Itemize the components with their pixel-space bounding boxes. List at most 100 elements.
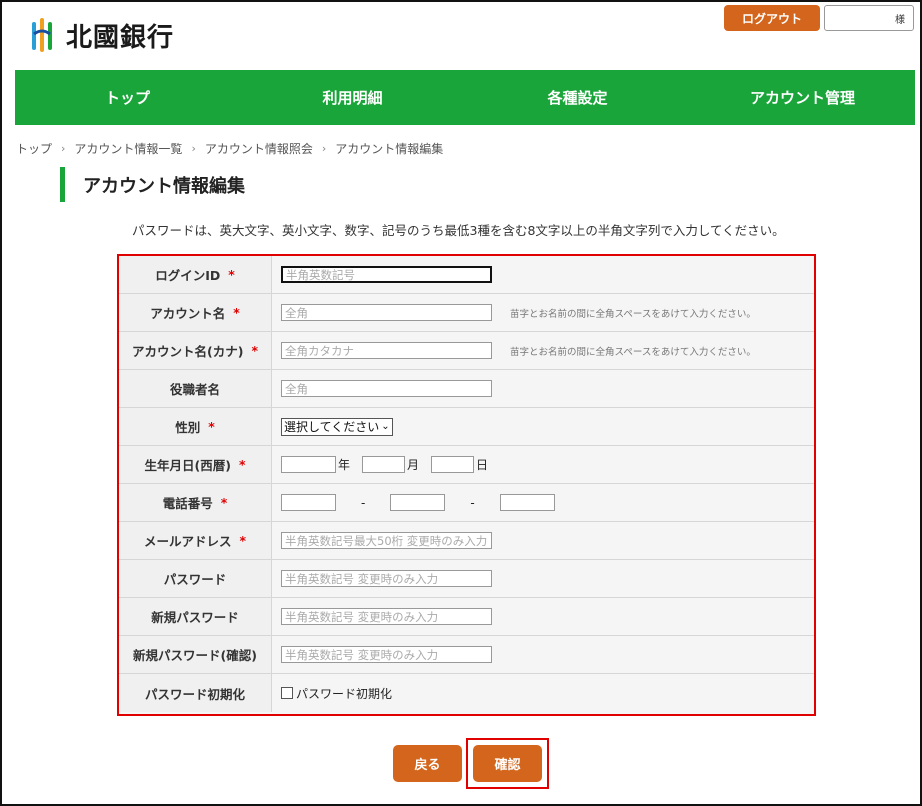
- birth-year-input[interactable]: [281, 456, 336, 473]
- account-kana-hint: 苗字とお名前の間に全角スペースをあけて入力ください。: [510, 346, 756, 358]
- password-label: パスワード: [119, 560, 272, 597]
- password-notice: パスワードは、英大文字、英小文字、数字、記号のうち最低3種を含む8文字以上の半角…: [132, 223, 785, 238]
- login-id-input[interactable]: 半角英数記号: [281, 266, 492, 283]
- page-title: アカウント情報編集: [60, 167, 245, 202]
- phone-field-cell: - -: [272, 484, 814, 521]
- required-mark: *: [238, 457, 246, 472]
- chevron-right-icon: ›: [191, 142, 196, 155]
- password-reset-label: パスワード初期化: [119, 674, 272, 712]
- gender-field-cell: 選択してください ⌄: [272, 408, 814, 445]
- bank-logo-icon: [32, 18, 52, 52]
- form-row-title: 役職者名 全角: [119, 370, 814, 408]
- account-name-label-text: アカウント名: [150, 306, 226, 321]
- logout-button[interactable]: ログアウト: [724, 5, 820, 31]
- form-row-birthdate: 生年月日(西暦) * 年 月 日: [119, 446, 814, 484]
- account-name-field-cell: 全角 苗字とお名前の間に全角スペースをあけて入力ください。: [272, 294, 814, 331]
- gender-label-text: 性別: [175, 420, 201, 435]
- form-row-account-name: アカウント名 * 全角 苗字とお名前の間に全角スペースをあけて入力ください。: [119, 294, 814, 332]
- new-password-confirm-label: 新規パスワード(確認): [119, 636, 272, 673]
- back-button[interactable]: 戻る: [393, 745, 462, 782]
- password-reset-label-text: パスワード初期化: [144, 686, 245, 702]
- password-field-cell: 半角英数記号 変更時のみ入力: [272, 560, 814, 597]
- bank-name: 北國銀行: [66, 22, 175, 53]
- login-id-label-text: ログインID: [155, 268, 221, 283]
- user-suffix: 様: [895, 14, 905, 26]
- bank-logo[interactable]: 北國銀行: [30, 18, 175, 53]
- form-row-email: メールアドレス * 半角英数記号最大50桁 変更時のみ入力: [119, 522, 814, 560]
- required-mark: *: [208, 419, 215, 434]
- required-mark: *: [228, 267, 235, 282]
- phone-label-text: 電話番号: [162, 496, 213, 511]
- birth-month-input[interactable]: [362, 456, 406, 473]
- form-row-new-password: 新規パスワード 半角英数記号 変更時のみ入力: [119, 598, 814, 636]
- phone-part3-input[interactable]: [499, 494, 555, 511]
- nav-item-account-management[interactable]: アカウント管理: [690, 70, 915, 125]
- account-kana-field-cell: 全角カタカナ 苗字とお名前の間に全角スペースをあけて入力ください。: [272, 332, 814, 369]
- form-row-phone: 電話番号 * - -: [119, 484, 814, 522]
- phone-part2-input[interactable]: [390, 494, 446, 511]
- form-row-new-password-confirm: 新規パスワード(確認) 半角英数記号 変更時のみ入力: [119, 636, 814, 674]
- password-label-text: パスワード: [163, 572, 227, 587]
- email-label: メールアドレス *: [119, 522, 272, 559]
- email-input[interactable]: 半角英数記号最大50桁 変更時のみ入力: [281, 532, 492, 549]
- title-label-text: 役職者名: [169, 382, 220, 397]
- title-label: 役職者名: [119, 370, 272, 407]
- user-name-box: 様: [824, 5, 914, 31]
- email-label-text: メールアドレス: [143, 534, 232, 549]
- required-mark: *: [233, 305, 240, 320]
- month-unit: 月: [407, 458, 420, 472]
- password-reset-checkbox-label[interactable]: パスワード初期化: [296, 685, 392, 702]
- breadcrumb-item-top[interactable]: トップ: [16, 140, 52, 157]
- gender-select-value: 選択してください: [284, 420, 380, 434]
- birth-day-input[interactable]: [431, 456, 475, 473]
- login-id-field-cell: 半角英数記号: [272, 256, 814, 293]
- form-row-login-id: ログインID * 半角英数記号: [119, 256, 814, 294]
- form-row-password: パスワード 半角英数記号 変更時のみ入力: [119, 560, 814, 598]
- new-password-field-cell: 半角英数記号 変更時のみ入力: [272, 598, 814, 635]
- chevron-down-icon: ⌄: [381, 421, 390, 432]
- phone-part1-input[interactable]: [281, 494, 336, 511]
- new-password-input[interactable]: 半角英数記号 変更時のみ入力: [281, 608, 492, 625]
- chevron-right-icon: ›: [61, 142, 66, 155]
- password-reset-field-cell: パスワード初期化: [272, 674, 814, 712]
- phone-separator: -: [470, 495, 475, 510]
- account-kana-label: アカウント名(カナ) *: [119, 332, 272, 369]
- breadcrumb-item-account-list[interactable]: アカウント情報一覧: [74, 140, 182, 157]
- account-name-input[interactable]: 全角: [281, 304, 492, 321]
- confirm-button[interactable]: 確認: [473, 745, 542, 782]
- required-mark: *: [239, 533, 247, 548]
- account-kana-input[interactable]: 全角カタカナ: [281, 342, 492, 359]
- birthdate-field-cell: 年 月 日: [272, 446, 814, 483]
- title-field-cell: 全角: [272, 370, 814, 407]
- chevron-right-icon: ›: [321, 142, 327, 155]
- password-reset-checkbox[interactable]: [281, 687, 293, 699]
- new-password-confirm-label-text: 新規パスワード(確認): [133, 648, 257, 663]
- account-edit-form: ログインID * 半角英数記号 アカウント名 * 全角 苗字とお名前の間に全角スペー…: [117, 254, 816, 716]
- phone-label: 電話番号 *: [119, 484, 272, 521]
- new-password-label-text: 新規パスワード: [151, 610, 239, 625]
- breadcrumb: トップ › アカウント情報一覧 › アカウント情報照会 › アカウント情報編集: [16, 140, 443, 157]
- login-id-label: ログインID *: [119, 256, 272, 293]
- form-row-gender: 性別 * 選択してください ⌄: [119, 408, 814, 446]
- day-unit: 日: [476, 458, 489, 472]
- nav-item-top[interactable]: トップ: [15, 70, 240, 125]
- account-name-label: アカウント名 *: [119, 294, 272, 331]
- email-field-cell: 半角英数記号最大50桁 変更時のみ入力: [272, 522, 814, 559]
- birthdate-label-text: 生年月日(西暦): [144, 458, 231, 473]
- form-row-account-kana: アカウント名(カナ) * 全角カタカナ 苗字とお名前の間に全角スペースをあけて入力…: [119, 332, 814, 370]
- new-password-confirm-input[interactable]: 半角英数記号 変更時のみ入力: [281, 646, 492, 663]
- new-password-label: 新規パスワード: [119, 598, 272, 635]
- gender-select[interactable]: 選択してください ⌄: [281, 417, 393, 436]
- password-input[interactable]: 半角英数記号 変更時のみ入力: [281, 570, 492, 587]
- nav-item-settings[interactable]: 各種設定: [465, 70, 690, 125]
- account-kana-label-text: アカウント名(カナ): [132, 344, 244, 359]
- year-unit: 年: [338, 458, 351, 472]
- breadcrumb-item-account-view[interactable]: アカウント情報照会: [205, 140, 313, 157]
- birthdate-label: 生年月日(西暦) *: [119, 446, 272, 483]
- required-mark: *: [220, 495, 228, 510]
- title-input[interactable]: 全角: [281, 380, 492, 397]
- gender-label: 性別 *: [119, 408, 272, 445]
- phone-separator: -: [361, 495, 366, 510]
- nav-item-statements[interactable]: 利用明細: [240, 70, 465, 125]
- form-row-password-reset: パスワード初期化 パスワード初期化: [119, 674, 814, 712]
